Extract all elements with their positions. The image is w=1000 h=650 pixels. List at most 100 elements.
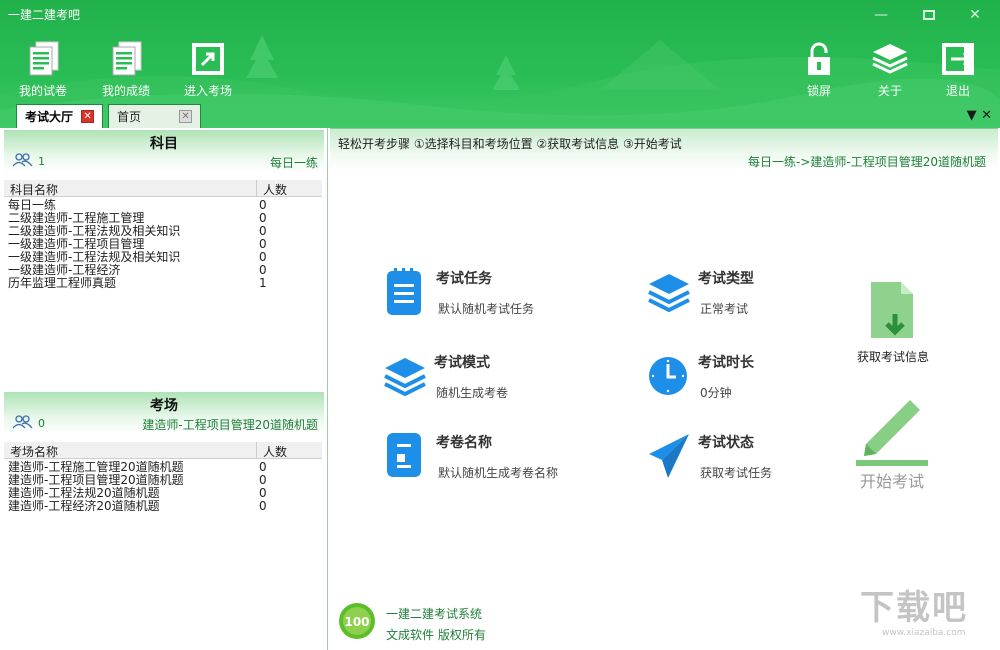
subject-count: 1 xyxy=(259,276,267,290)
info-exam-type: 考试类型 正常考试 xyxy=(648,268,868,324)
info-exam-task: 考试任务 默认随机考试任务 xyxy=(386,268,606,324)
exam-mode-title: 考试模式 xyxy=(434,355,490,371)
layers-icon xyxy=(872,44,908,74)
list-item[interactable]: 历年监理工程师真题 1 xyxy=(8,277,318,290)
enter-arrow-icon xyxy=(192,43,224,75)
rooms-panel-header: 考场 0 建造师-工程项目管理20道随机题 xyxy=(4,392,324,434)
paper-name-title: 考卷名称 xyxy=(436,435,492,451)
list-item[interactable]: 建造师-工程经济20道随机题 0 xyxy=(8,500,318,513)
exam-steps: 轻松开考步骤 ①选择科目和考场位置 ②获取考试信息 ③开始考试 xyxy=(338,137,682,151)
about-label: 关于 xyxy=(877,84,902,98)
selected-room: 建造师-工程项目管理20道随机题 xyxy=(142,418,318,432)
footer-copyright: 文成软件 版权所有 xyxy=(386,628,486,642)
watermark-url: www.xiazaiba.com xyxy=(882,628,966,638)
exam-task-title: 考试任务 xyxy=(436,271,492,287)
users-icon xyxy=(12,153,33,167)
users-icon xyxy=(12,415,33,429)
column-header-count[interactable]: 人数 xyxy=(256,442,318,459)
subjects-count: 1 xyxy=(38,155,45,168)
subjects-title: 科目 xyxy=(150,136,178,152)
lock-screen-button[interactable]: 锁屏 xyxy=(784,40,854,99)
lock-icon xyxy=(808,42,830,75)
my-scores-button[interactable]: 我的成绩 xyxy=(91,40,161,99)
clipboard-icon xyxy=(387,268,421,315)
tab-bar: 考试大厅 ✕ 首页 ✕ ▼ ✕ xyxy=(0,102,1000,128)
rooms-list: 建造师-工程施工管理20道随机题 0 建造师-工程项目管理20道随机题 0 建造师-… xyxy=(8,461,318,513)
lock-screen-label: 锁屏 xyxy=(806,84,831,98)
maximize-button[interactable] xyxy=(916,6,942,24)
paper-name-value: 默认随机生成考卷名称 xyxy=(438,466,559,480)
close-button[interactable]: ✕ xyxy=(962,6,988,24)
download-document-icon xyxy=(871,282,913,338)
exam-duration-value: 0分钟 xyxy=(700,386,732,400)
exit-label: 退出 xyxy=(945,84,970,98)
rooms-count: 0 xyxy=(38,417,45,430)
paper-plane-icon xyxy=(649,434,689,478)
get-exam-info-button[interactable]: 获取考试信息 xyxy=(848,280,938,365)
watermark: 下载吧 xyxy=(860,588,968,628)
info-exam-status: 考试状态 获取考试任务 xyxy=(648,432,868,488)
info-exam-mode: 考试模式 随机生成考卷 xyxy=(384,352,604,408)
notebook-icon xyxy=(387,433,421,477)
room-name: 建造师-工程经济20道随机题 xyxy=(8,499,160,513)
exam-type-title: 考试类型 xyxy=(698,271,754,287)
exam-status-title: 考试状态 xyxy=(698,435,754,451)
enter-exam-room-button[interactable]: 进入考场 xyxy=(173,40,243,99)
title-bar: 一建二建考吧 — ✕ 我的试卷 我的成绩 进入考场 锁屏 关于 退出 考试大厅 … xyxy=(0,0,1000,128)
my-scores-label: 我的成绩 xyxy=(101,84,150,98)
tab-home-label: 首页 xyxy=(117,110,142,124)
info-paper-name: 考卷名称 默认随机生成考卷名称 xyxy=(386,432,606,488)
exam-task-value: 默认随机考试任务 xyxy=(438,302,535,316)
tab-menu[interactable]: ▼ ✕ xyxy=(967,108,992,123)
exit-icon xyxy=(942,43,974,75)
exam-status-value: 获取考试任务 xyxy=(700,466,773,480)
exam-type-value: 正常考试 xyxy=(700,302,749,316)
pencil-icon xyxy=(856,400,928,466)
column-header-count[interactable]: 人数 xyxy=(256,180,318,197)
subject-name: 历年监理工程师真题 xyxy=(8,276,117,290)
close-icon[interactable]: ✕ xyxy=(981,108,992,123)
column-header-subject-name[interactable]: 科目名称 xyxy=(10,181,58,198)
exam-mode-value: 随机生成考卷 xyxy=(436,386,509,400)
steps-header: 轻松开考步骤 ①选择科目和考场位置 ②获取考试信息 ③开始考试 每日一练->建造… xyxy=(330,128,998,170)
stack-icon xyxy=(384,358,426,397)
exit-button[interactable]: 退出 xyxy=(923,40,993,99)
left-sidebar: 科目 1 每日一练 科目名称 人数 每日一练 0 二级建造师-工程施工管理 0 二级… xyxy=(0,128,328,650)
chevron-down-icon[interactable]: ▼ xyxy=(967,108,977,123)
app-logo: 100 xyxy=(339,603,375,639)
subjects-list: 每日一练 0 二级建造师-工程施工管理 0 二级建造师-工程法规及相关知识 0 一级建… xyxy=(8,199,318,290)
app-title: 一建二建考吧 xyxy=(8,8,81,22)
selected-subject: 每日一练 xyxy=(269,156,318,170)
column-header-room-name[interactable]: 考场名称 xyxy=(10,443,58,460)
tab-exam-hall[interactable]: 考试大厅 ✕ xyxy=(16,104,104,128)
close-icon[interactable]: ✕ xyxy=(179,110,193,123)
subjects-list-header: 科目名称 人数 xyxy=(4,180,322,197)
tab-home[interactable]: 首页 ✕ xyxy=(108,104,202,128)
minimize-button[interactable]: — xyxy=(868,6,894,24)
exam-duration-title: 考试时长 xyxy=(698,355,754,371)
svg-text:100: 100 xyxy=(344,615,369,629)
my-papers-label: 我的试卷 xyxy=(18,84,67,98)
room-count: 0 xyxy=(259,499,267,513)
minimize-icon: — xyxy=(874,7,888,23)
about-button[interactable]: 关于 xyxy=(855,40,925,99)
my-papers-button[interactable]: 我的试卷 xyxy=(8,40,78,99)
start-exam-button[interactable]: 开始考试 xyxy=(852,396,932,492)
clock-icon xyxy=(649,357,687,395)
tab-exam-hall-label: 考试大厅 xyxy=(25,110,74,124)
document-icon xyxy=(112,41,142,76)
get-exam-info-label: 获取考试信息 xyxy=(856,350,929,364)
breadcrumb: 每日一练->建造师-工程项目管理20道随机题 xyxy=(748,155,986,169)
close-icon[interactable]: ✕ xyxy=(81,110,95,123)
layers-icon xyxy=(648,274,690,313)
rooms-title: 考场 xyxy=(150,398,178,414)
enter-exam-room-label: 进入考场 xyxy=(183,84,232,98)
info-exam-duration: 考试时长 0分钟 xyxy=(648,352,868,408)
document-icon xyxy=(29,41,59,76)
start-exam-label: 开始考试 xyxy=(859,472,924,491)
footer-product-name: 一建二建考试系统 xyxy=(386,607,483,621)
maximize-icon xyxy=(923,10,935,20)
close-icon: ✕ xyxy=(969,7,981,23)
rooms-list-header: 考场名称 人数 xyxy=(4,442,322,459)
exam-hall-main: 轻松开考步骤 ①选择科目和考场位置 ②获取考试信息 ③开始考试 每日一练->建造… xyxy=(330,128,1000,650)
